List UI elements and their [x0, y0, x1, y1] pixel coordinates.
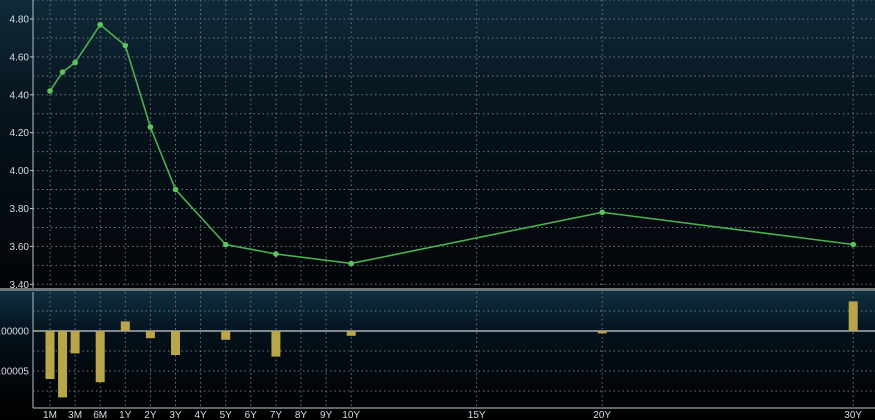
x-tick-label: 7Y: [270, 410, 283, 420]
x-tick-label: 10Y: [342, 410, 360, 420]
bar-5Y: [221, 331, 231, 340]
y-tick-label: 3.40: [10, 280, 30, 291]
point-3M: [72, 59, 78, 66]
yield-curve-chart: 4.80 4.60 4.40 4.20 4.00 3.80 3.60 3.40 .00000 .0…: [0, 0, 875, 420]
y-tick-label: 3.80: [10, 204, 30, 215]
bar-3Y: [171, 331, 180, 355]
point-3Y: [172, 186, 179, 193]
x-tick-label: 15Y: [468, 410, 486, 420]
point-10Y: [348, 260, 355, 267]
point-20Y: [599, 209, 605, 216]
point-7Y: [273, 251, 279, 257]
x-tick-label: 5Y: [220, 410, 233, 420]
bar-2M: [58, 331, 68, 398]
point-5Y: [222, 241, 229, 248]
x-tick-label: 2Y: [144, 410, 157, 420]
x-tick-label: 1M: [43, 410, 57, 420]
point-1Y: [122, 42, 129, 49]
y-tick-label: 4.00: [10, 166, 30, 177]
point-6M: [97, 21, 103, 28]
bar-20Y: [597, 331, 607, 334]
x-tick-label: 4Y: [194, 410, 207, 420]
point-30Y: [850, 241, 856, 248]
y-tick-label-lower: .00005: [0, 367, 29, 378]
bar-7Y: [271, 331, 281, 357]
y-tick-label: 4.60: [10, 52, 30, 63]
x-tick-label: 1Y: [119, 410, 132, 420]
bar-6M: [95, 331, 105, 383]
y-tick-label: 4.40: [10, 90, 30, 101]
x-tick-label: 6M: [93, 410, 107, 420]
bar-10Y: [346, 331, 356, 336]
chart-svg: 4.80 4.60 4.40 4.20 4.00 3.80 3.60 3.40 .00000 .0…: [0, 0, 875, 420]
y-tick-label: 3.60: [10, 242, 30, 253]
x-tick-label: 30Y: [844, 410, 862, 420]
bar-2Y: [145, 331, 155, 339]
bar-1Y: [120, 321, 130, 331]
bar-3M: [70, 331, 80, 354]
x-tick-label: 3Y: [169, 410, 182, 420]
point-1M: [47, 88, 53, 94]
x-tick-label: 3M: [68, 410, 82, 420]
bar-1M: [45, 331, 55, 379]
point-2M: [59, 69, 66, 75]
bar-30Y: [848, 301, 858, 331]
y-tick-label: 4.20: [10, 128, 30, 139]
y-tick-label: 4.80: [10, 15, 30, 26]
x-tick-label: 20Y: [593, 410, 611, 420]
x-tick-label: 8Y: [295, 410, 308, 420]
x-tick-label: 6Y: [245, 410, 258, 420]
y-tick-label-lower: .00000: [0, 327, 29, 338]
x-tick-label: 9Y: [320, 410, 333, 420]
point-2Y: [147, 124, 154, 130]
